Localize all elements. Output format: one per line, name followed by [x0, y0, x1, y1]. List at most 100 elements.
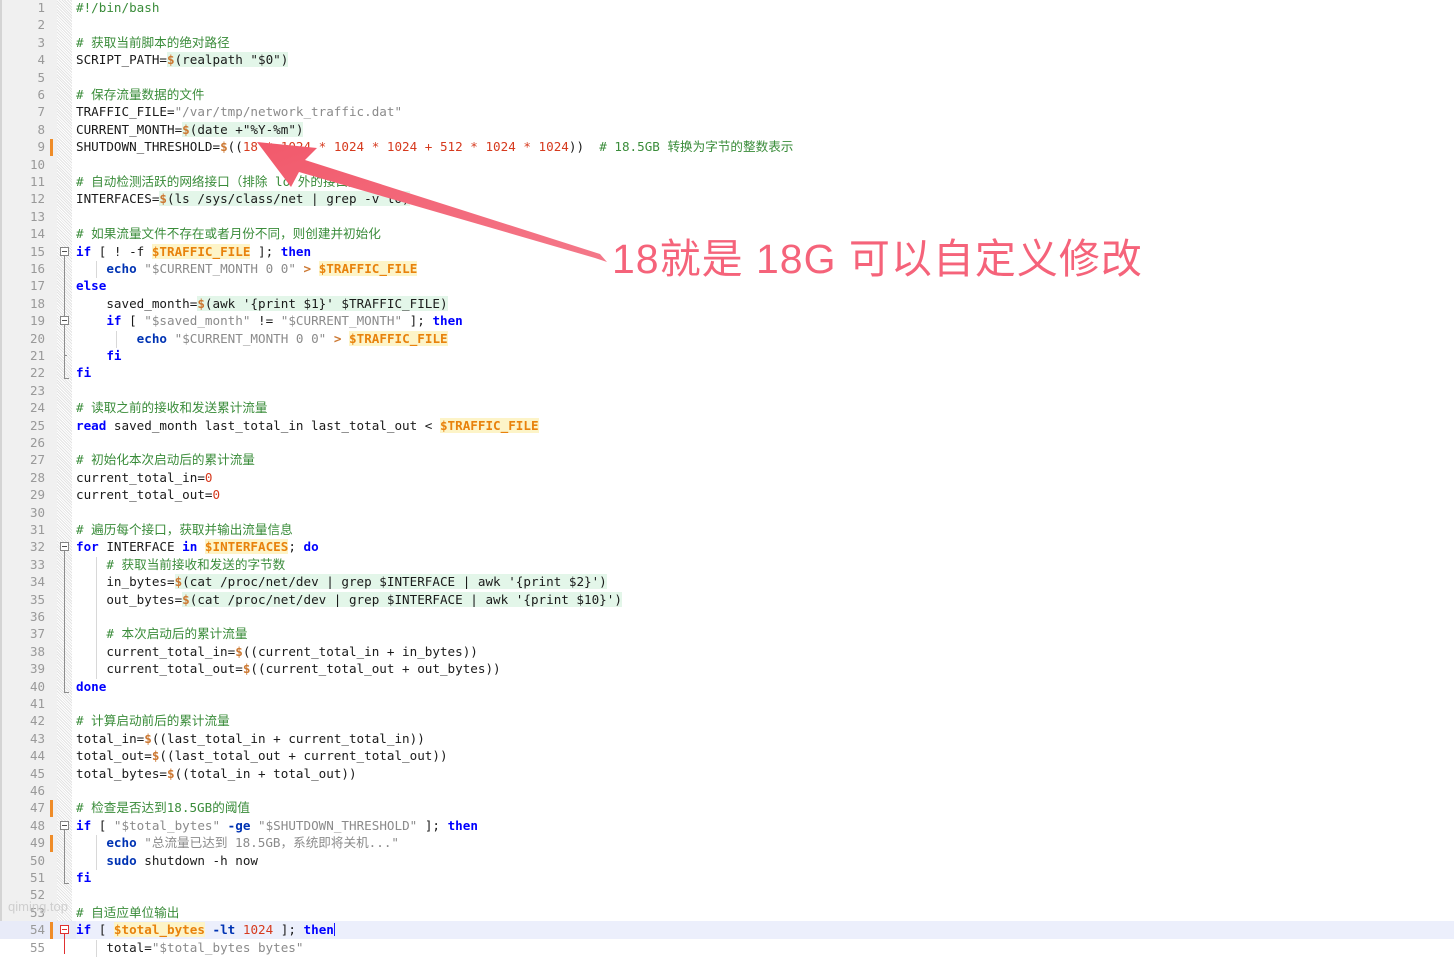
fold-toggle-icon[interactable] [60, 925, 69, 935]
line-content[interactable]: saved_month=$(awk '{print $1}' $TRAFFIC_… [76, 295, 448, 312]
line-content[interactable]: INTERFACES=$(ls /sys/class/net | grep -v… [76, 190, 410, 207]
code-line[interactable]: 53 # 自适应单位输出 [0, 904, 1454, 921]
code-line[interactable]: 6 # 保存流量数据的文件 [0, 86, 1454, 103]
line-content[interactable]: # 检查是否达到18.5GB的阈值 [76, 799, 250, 816]
code-line[interactable]: 13 [0, 208, 1454, 225]
fold-toggle-icon[interactable] [60, 246, 69, 256]
code-line[interactable]: 26 [0, 434, 1454, 451]
fold-toggle-icon[interactable] [60, 820, 69, 830]
code-line[interactable]: 9 SHUTDOWN_THRESHOLD=$((18 * 1024 * 1024 … [0, 138, 1454, 155]
line-content[interactable]: in_bytes=$(cat /proc/net/dev | grep $INT… [76, 573, 607, 590]
code-line[interactable]: 50 sudo shutdown -h now [0, 852, 1454, 869]
code-line[interactable]: 28 current_total_in=0 [0, 469, 1454, 486]
code-line[interactable]: 33 # 获取当前接收和发送的字节数 [0, 556, 1454, 573]
code-line[interactable]: 19 if [ "$saved_month" != "$CURRENT_MONT… [0, 312, 1454, 329]
code-line[interactable]: 23 [0, 382, 1454, 399]
line-content[interactable]: echo "$CURRENT_MONTH 0 0" > $TRAFFIC_FIL… [76, 330, 448, 347]
line-content[interactable]: # 计算启动前后的累计流量 [76, 712, 230, 729]
line-content[interactable]: echo "总流量已达到 18.5GB，系统即将关机..." [76, 834, 399, 851]
code-line[interactable]: 37 # 本次启动后的累计流量 [0, 625, 1454, 642]
code-line[interactable]: 40 done [0, 678, 1454, 695]
line-content[interactable]: # 读取之前的接收和发送累计流量 [76, 399, 267, 416]
code-line[interactable]: 34 in_bytes=$(cat /proc/net/dev | grep $… [0, 573, 1454, 590]
line-content[interactable]: done [76, 678, 106, 695]
code-line[interactable]: 48 if [ "$total_bytes" -ge "$SHUTDOWN_THR… [0, 817, 1454, 834]
code-line[interactable]: 41 [0, 695, 1454, 712]
code-line[interactable]: 5 [0, 69, 1454, 86]
code-line[interactable]: 24 # 读取之前的接收和发送累计流量 [0, 399, 1454, 416]
line-content[interactable]: if [ ! -f $TRAFFIC_FILE ]; then [76, 243, 311, 260]
line-content[interactable]: # 本次启动后的累计流量 [76, 625, 247, 642]
code-line[interactable]: 42 # 计算启动前后的累计流量 [0, 712, 1454, 729]
line-content[interactable]: TRAFFIC_FILE="/var/tmp/network_traffic.d… [76, 103, 402, 120]
line-content[interactable]: # 如果流量文件不存在或者月份不同，则创建并初始化 [76, 225, 381, 242]
code-line[interactable]: 49 echo "总流量已达到 18.5GB，系统即将关机..." [0, 834, 1454, 851]
line-content[interactable]: total="$total_bytes bytes" [76, 939, 303, 956]
code-line[interactable]: 30 [0, 504, 1454, 521]
code-line[interactable]: 10 [0, 156, 1454, 173]
code-line[interactable]: 35 out_bytes=$(cat /proc/net/dev | grep … [0, 591, 1454, 608]
line-content[interactable]: current_total_out=$((current_total_out +… [76, 660, 500, 677]
code-line[interactable]: 54 if [ $total_bytes -lt 1024 ]; then [0, 921, 1454, 939]
code-line[interactable]: 18 saved_month=$(awk '{print $1}' $TRAFF… [0, 295, 1454, 312]
line-content[interactable]: echo "$CURRENT_MONTH 0 0" > $TRAFFIC_FIL… [76, 260, 418, 277]
fold-toggle-icon[interactable] [60, 316, 69, 326]
code-line[interactable]: 55 total="$total_bytes bytes" [0, 939, 1454, 956]
code-line[interactable]: 29 current_total_out=0 [0, 486, 1454, 503]
code-line[interactable]: 51 fi [0, 869, 1454, 886]
vcs-change-bar[interactable] [50, 800, 53, 818]
code-line[interactable]: 2 [0, 16, 1454, 33]
fold-toggle-icon[interactable] [60, 542, 69, 552]
code-line[interactable]: 3 # 获取当前脚本的绝对路径 [0, 34, 1454, 51]
line-content[interactable]: CURRENT_MONTH=$(date +"%Y-%m") [76, 121, 304, 138]
code-line[interactable]: 20 echo "$CURRENT_MONTH 0 0" > $TRAFFIC_… [0, 330, 1454, 347]
line-content[interactable]: total_out=$((last_total_out + current_to… [76, 747, 448, 764]
code-line[interactable]: 36 [0, 608, 1454, 625]
code-editor[interactable]: 1 #!/bin/bash 2 3 # 获取当前脚本的绝对路径 4 SCRIPT_PATH=… [0, 0, 1454, 957]
line-content[interactable]: if [ $total_bytes -lt 1024 ]; then [76, 921, 336, 938]
code-line[interactable]: 27 # 初始化本次启动后的累计流量 [0, 451, 1454, 468]
line-content[interactable]: for INTERFACE in $INTERFACES; do [76, 538, 319, 555]
code-line[interactable]: 12 INTERFACES=$(ls /sys/class/net | grep … [0, 190, 1454, 207]
line-content[interactable]: total_in=$((last_total_in + current_tota… [76, 730, 425, 747]
line-content[interactable]: fi [76, 869, 91, 886]
line-content[interactable]: # 保存流量数据的文件 [76, 86, 205, 103]
line-content[interactable]: if [ "$saved_month" != "$CURRENT_MONTH" … [76, 312, 462, 329]
line-content[interactable]: # 获取当前接收和发送的字节数 [76, 556, 285, 573]
code-line[interactable]: 47 # 检查是否达到18.5GB的阈值 [0, 799, 1454, 816]
line-content[interactable]: current_total_in=$((current_total_in + i… [76, 643, 478, 660]
line-content[interactable]: # 获取当前脚本的绝对路径 [76, 34, 230, 51]
code-line[interactable]: 46 [0, 782, 1454, 799]
code-line[interactable]: 25 read saved_month last_total_in last_to… [0, 417, 1454, 434]
code-line[interactable]: 39 current_total_out=$((current_total_ou… [0, 660, 1454, 677]
code-rows[interactable]: 1 #!/bin/bash 2 3 # 获取当前脚本的绝对路径 4 SCRIPT_PATH=… [0, 0, 1454, 955]
vcs-change-bar[interactable] [50, 835, 53, 853]
code-line[interactable]: 45 total_bytes=$((total_in + total_out)) [0, 765, 1454, 782]
line-content[interactable]: SHUTDOWN_THRESHOLD=$((18 * 1024 * 1024 *… [76, 138, 793, 155]
line-content[interactable]: # 自适应单位输出 [76, 904, 179, 921]
line-content[interactable]: total_bytes=$((total_in + total_out)) [76, 765, 357, 782]
line-content[interactable]: # 自动检测活跃的网络接口（排除 lo 外的接口） [76, 173, 361, 190]
line-content[interactable]: sudo shutdown -h now [76, 852, 258, 869]
code-line[interactable]: 8 CURRENT_MONTH=$(date +"%Y-%m") [0, 121, 1454, 138]
code-line[interactable]: 38 current_total_in=$((current_total_in … [0, 643, 1454, 660]
code-line[interactable]: 1 #!/bin/bash [0, 0, 1454, 16]
line-content[interactable]: #!/bin/bash [76, 0, 159, 16]
line-content[interactable]: SCRIPT_PATH=$(realpath "$0") [76, 51, 289, 68]
line-content[interactable]: fi [76, 364, 91, 381]
code-line[interactable]: 4 SCRIPT_PATH=$(realpath "$0") [0, 51, 1454, 68]
line-content[interactable]: if [ "$total_bytes" -ge "$SHUTDOWN_THRES… [76, 817, 478, 834]
line-content[interactable]: # 初始化本次启动后的累计流量 [76, 451, 255, 468]
line-content[interactable]: read saved_month last_total_in last_tota… [76, 417, 539, 434]
line-content[interactable]: fi [76, 347, 121, 364]
vcs-change-bar[interactable] [50, 139, 53, 157]
code-line[interactable]: 31 # 遍历每个接口，获取并输出流量信息 [0, 521, 1454, 538]
code-line[interactable]: 32 for INTERFACE in $INTERFACES; do [0, 538, 1454, 555]
code-line[interactable]: 22 fi [0, 364, 1454, 381]
line-content[interactable]: current_total_in=0 [76, 469, 213, 486]
code-line[interactable]: 11 # 自动检测活跃的网络接口（排除 lo 外的接口） [0, 173, 1454, 190]
line-content[interactable]: # 遍历每个接口，获取并输出流量信息 [76, 521, 293, 538]
code-line[interactable]: 44 total_out=$((last_total_out + current_… [0, 747, 1454, 764]
code-line[interactable]: 43 total_in=$((last_total_in + current_to… [0, 730, 1454, 747]
line-content[interactable]: current_total_out=0 [76, 486, 220, 503]
